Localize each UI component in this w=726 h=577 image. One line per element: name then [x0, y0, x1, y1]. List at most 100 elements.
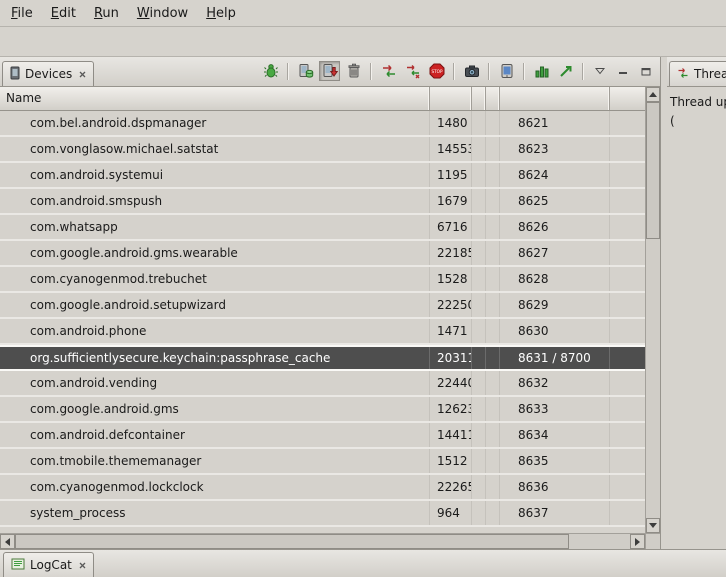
menu-edit[interactable]: Edit	[42, 0, 85, 26]
view-menu-icon[interactable]	[590, 62, 610, 80]
dump-hprof-icon[interactable]	[319, 61, 340, 81]
menu-file[interactable]: File	[2, 0, 42, 26]
threads-message-line-2: (	[670, 112, 723, 131]
table-row[interactable]: com.android.defcontainer14411 8634	[0, 423, 645, 449]
logcat-icon	[11, 558, 25, 573]
process-name: com.android.defcontainer	[0, 423, 430, 447]
toolbar-area	[0, 27, 726, 57]
table-row[interactable]: com.vonglasow.michael.satstat145538623	[0, 137, 645, 163]
cell-empty	[472, 189, 486, 213]
table-row[interactable]: com.android.phone14718630	[0, 319, 645, 345]
cell-filler	[610, 163, 645, 187]
table-row[interactable]: com.google.android.gms126238633	[0, 397, 645, 423]
start-method-profiling-icon[interactable]	[531, 61, 552, 81]
table-row[interactable]: com.cyanogenmod.lockclock222658636	[0, 475, 645, 501]
cell-empty	[472, 347, 486, 369]
process-name: com.cyanogenmod.lockclock	[0, 475, 430, 499]
update-heap-icon[interactable]	[295, 61, 316, 81]
table-header: Name	[0, 87, 645, 111]
screen-capture-icon[interactable]	[461, 61, 482, 81]
cell-empty	[486, 267, 500, 291]
table-row[interactable]: com.android.systemui11958624	[0, 163, 645, 189]
process-port: 8628	[500, 267, 610, 291]
cell-empty	[486, 189, 500, 213]
ddms-window: File Edit Run Window Help Devices	[0, 0, 726, 577]
process-pid: 1679	[430, 189, 472, 213]
table-row[interactable]: com.bel.android.dspmanager14808621	[0, 111, 645, 137]
table-row[interactable]: com.google.android.gms.wearable221858627	[0, 241, 645, 267]
device-table: Name com.bel.android.dspmanager14808621c…	[0, 87, 660, 549]
capture-device-icon[interactable]	[496, 61, 517, 81]
devices-toolbar: STOP	[260, 61, 660, 86]
menu-run[interactable]: Run	[85, 0, 128, 26]
column-header-port[interactable]	[500, 87, 610, 110]
vertical-scroll-thumb[interactable]	[646, 102, 660, 239]
logcat-panel-header: LogCat	[0, 549, 726, 577]
table-row[interactable]: com.android.smspush16798625	[0, 189, 645, 215]
menu-window[interactable]: Window	[128, 0, 197, 26]
threads-message-line-1: Thread up	[670, 93, 723, 112]
cell-filler	[610, 423, 645, 447]
column-header-pid[interactable]	[430, 87, 472, 110]
update-threads-icon[interactable]	[378, 61, 399, 81]
cell-empty	[472, 293, 486, 317]
tab-logcat[interactable]: LogCat	[3, 552, 94, 577]
scroll-right-button[interactable]	[630, 534, 645, 549]
column-header-3[interactable]	[472, 87, 486, 110]
process-pid: 14411	[430, 423, 472, 447]
close-icon[interactable]	[79, 71, 86, 78]
menu-help[interactable]: Help	[197, 0, 245, 26]
process-port: 8634	[500, 423, 610, 447]
column-header-name[interactable]: Name	[0, 87, 430, 110]
threads-icon	[677, 67, 689, 82]
column-header-4[interactable]	[486, 87, 500, 110]
table-row[interactable]: com.tmobile.thememanager15128635	[0, 449, 645, 475]
table-row[interactable]: com.cyanogenmod.trebuchet15288628	[0, 267, 645, 293]
table-row[interactable]: com.whatsapp67168626	[0, 215, 645, 241]
table-row[interactable]: com.google.android.setupwizard222508629	[0, 293, 645, 319]
process-port: 8626	[500, 215, 610, 239]
tab-threads[interactable]: Threads	[669, 61, 726, 86]
process-port: 8625	[500, 189, 610, 213]
vertical-scrollbar[interactable]	[645, 87, 660, 549]
stop-method-profiling-icon[interactable]	[555, 61, 576, 81]
cell-empty	[472, 449, 486, 473]
vertical-scroll-track[interactable]	[646, 102, 660, 518]
process-pid: 14553	[430, 137, 472, 161]
horizontal-scroll-track[interactable]	[15, 534, 630, 549]
tab-threads-label: Threads	[694, 67, 726, 81]
device-icon	[10, 66, 20, 83]
process-port: 8621	[500, 111, 610, 135]
cell-empty	[472, 319, 486, 343]
cell-filler	[610, 501, 645, 525]
horizontal-scrollbar[interactable]	[0, 533, 645, 549]
process-pid: 6716	[430, 215, 472, 239]
tab-devices[interactable]: Devices	[2, 61, 94, 86]
process-port: 8632	[500, 371, 610, 395]
close-icon[interactable]	[79, 562, 86, 569]
scroll-down-button[interactable]	[646, 518, 660, 533]
scrollbar-corner	[646, 533, 660, 549]
process-name: com.google.android.gms	[0, 397, 430, 421]
process-pid: 1480	[430, 111, 472, 135]
table-row[interactable]: com.android.vending224408632	[0, 371, 645, 397]
cell-filler	[610, 267, 645, 291]
toolbar-separator	[488, 63, 490, 80]
cell-empty	[472, 475, 486, 499]
thread-profiling-icon[interactable]	[402, 61, 423, 81]
table-row[interactable]: system_process9648637	[0, 501, 645, 527]
stop-process-icon[interactable]: STOP	[426, 61, 447, 81]
scroll-up-button[interactable]	[646, 87, 660, 102]
cell-empty	[486, 347, 500, 369]
process-pid: 22250	[430, 293, 472, 317]
horizontal-scroll-thumb[interactable]	[15, 534, 569, 549]
maximize-icon[interactable]	[636, 62, 656, 80]
table-row[interactable]: org.sufficientlysecure.keychain:passphra…	[0, 345, 645, 371]
cause-gc-icon[interactable]	[343, 61, 364, 81]
process-name: com.google.android.gms.wearable	[0, 241, 430, 265]
tab-devices-label: Devices	[25, 67, 72, 81]
minimize-icon[interactable]	[613, 62, 633, 80]
toolbar-separator	[370, 63, 372, 80]
debug-icon[interactable]	[260, 61, 281, 81]
scroll-left-button[interactable]	[0, 534, 15, 549]
